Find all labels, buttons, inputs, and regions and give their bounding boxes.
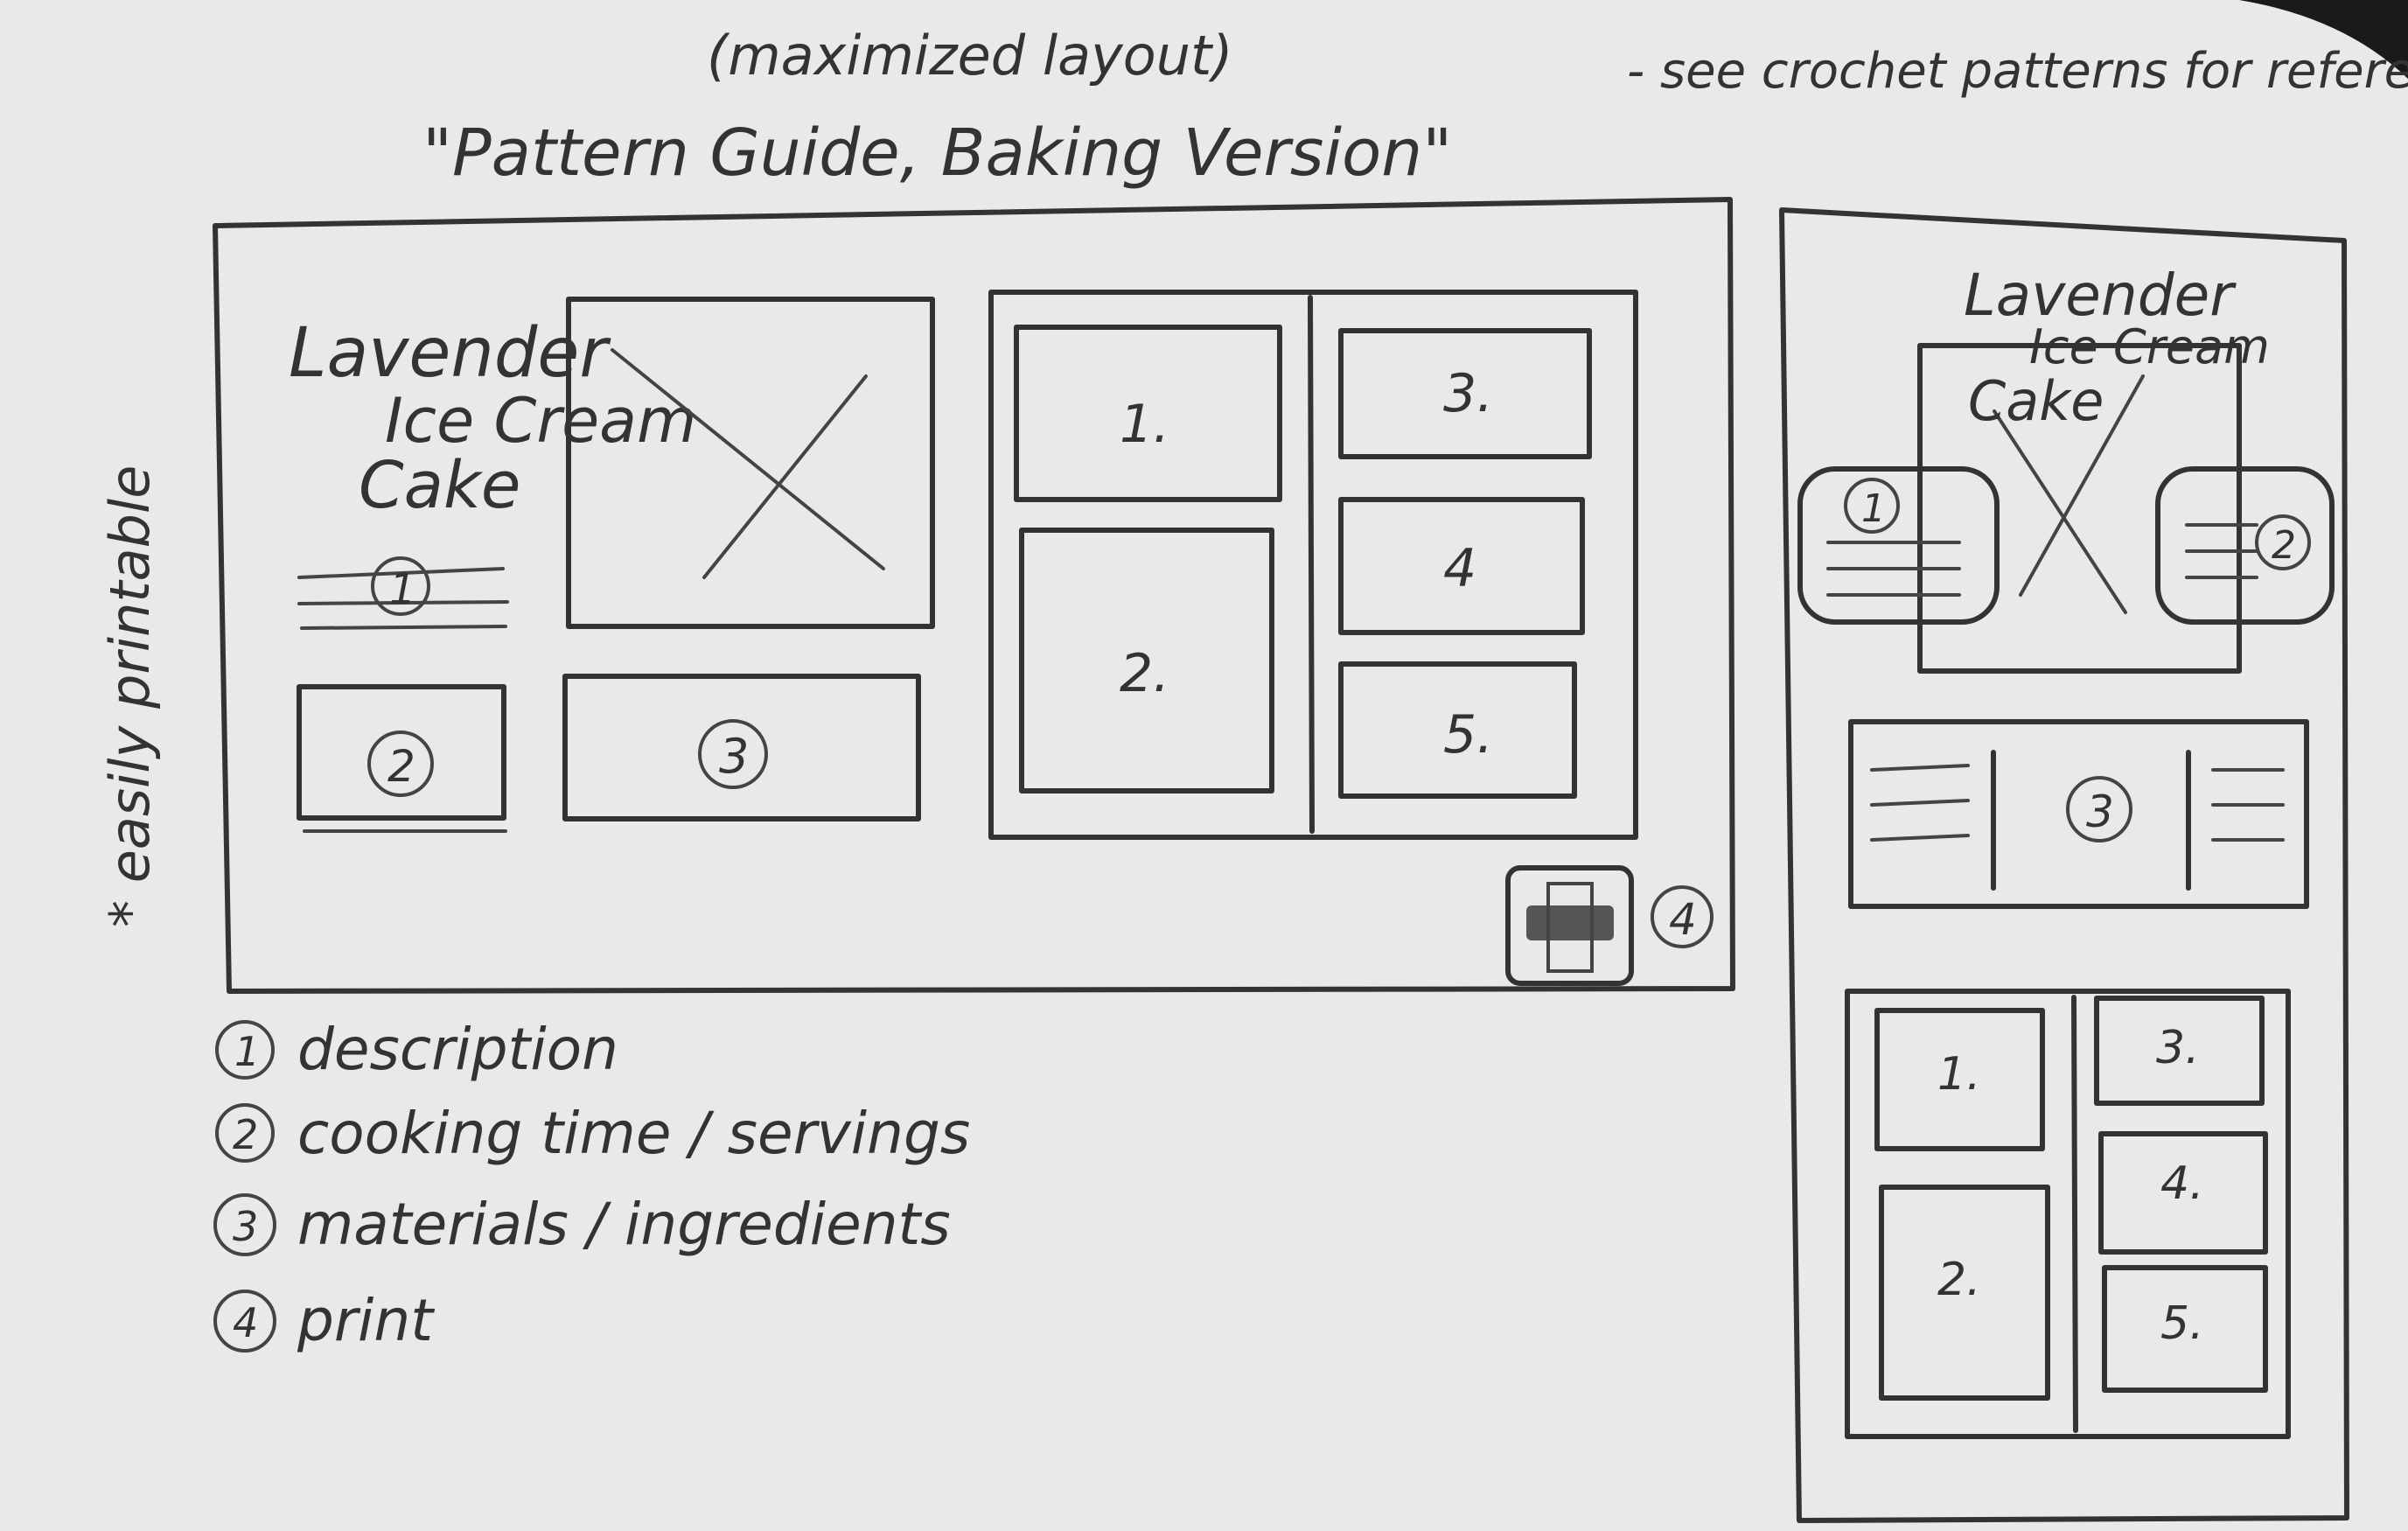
heading-note: (maximized layout) <box>707 24 1233 87</box>
sketch-label: 4 <box>1669 894 1697 945</box>
legend-item: 3 materials / ingredients <box>213 1191 951 1258</box>
mobile-layout: Lavender Ice Cream Cake 1 2 3 1. 2. 3. 4… <box>1779 207 2349 1523</box>
description-block: 1 <box>297 556 509 630</box>
sketch-stroke <box>611 348 885 579</box>
sketch-label: 3 <box>719 729 749 784</box>
recipe-title: Lavender Ice Cream Cake <box>289 314 696 523</box>
sketch-stroke <box>1870 764 2285 842</box>
description-card: 1 <box>1797 466 2000 625</box>
title-note: "Pattern Guide, Baking Version" <box>422 115 1452 191</box>
sketch-stroke <box>2155 466 2335 625</box>
sketch-label: Ice Cream <box>2029 319 2270 374</box>
ingredients-block: 3 <box>562 674 921 821</box>
sketch-label: cooking time / servings <box>297 1100 970 1167</box>
sketch-label: 3 <box>2086 786 2114 837</box>
sketch-label: 5. <box>2160 1297 2204 1350</box>
sketch-stroke <box>1845 989 2291 1439</box>
sketch-label: Cake <box>359 448 520 523</box>
time-servings-card: 2 <box>2155 466 2335 625</box>
steps-panel: 1. 2. 3. 4. 5. <box>1845 989 2291 1439</box>
sketch-stroke <box>1797 466 2000 625</box>
time-servings-block: 2 <box>297 684 507 833</box>
sketch-stroke <box>2071 995 2078 1433</box>
sketch-stroke <box>1308 295 1315 834</box>
sketch-label: 1 <box>234 1028 260 1075</box>
wireframe-sketch: (maximized layout) "Pattern Guide, Bakin… <box>98 0 2408 1523</box>
reference-note: - see crochet patterns for reference <box>1627 43 2408 100</box>
steps-panel: 1. 2. 3. 4 5. <box>988 290 1638 840</box>
sketch-label: 4 <box>1443 538 1476 599</box>
sketch-label: 5. <box>1443 704 1493 766</box>
desktop-layout: Lavender Ice Cream Cake 1 2 3 1. 2. 3. 4… <box>213 197 1735 994</box>
sketch-label: 1 <box>1861 486 1886 531</box>
sketch-label: Lavender <box>289 314 611 393</box>
sketch-label: 4 <box>233 1299 258 1346</box>
sketch-label: Ice Cream <box>385 385 696 457</box>
ingredients-block: 3 <box>1848 719 2309 909</box>
sketch-label: 3 <box>233 1203 258 1250</box>
side-note: * easily printable <box>98 465 162 927</box>
sketch-stroke <box>1826 541 1961 597</box>
sketch-label: 1. <box>1120 394 1169 455</box>
sketch-label: 2 <box>233 1111 258 1158</box>
sketch-label: 1 <box>389 565 416 614</box>
sketch-label: description <box>297 1016 618 1083</box>
sketch-label: 4. <box>2160 1157 2204 1210</box>
sketch-label: 2 <box>2272 523 2296 568</box>
sketch-label: 2 <box>387 741 415 792</box>
sketch-label: Cake <box>1968 369 2104 433</box>
image-placeholder <box>566 297 935 629</box>
legend-item: 4 print <box>213 1287 435 1354</box>
sketch-label: 3. <box>1443 363 1493 424</box>
sketch-label: 3. <box>2156 1022 2200 1074</box>
sketch-stroke <box>2185 523 2258 579</box>
legend: 1 description 2 cooking time / servings … <box>213 1016 970 1354</box>
legend-item: 2 cooking time / servings <box>215 1100 970 1167</box>
legend-item: 1 description <box>215 1016 618 1083</box>
sketch-stroke <box>1848 719 2309 909</box>
sketch-label: print <box>297 1287 435 1354</box>
sketch-label: 2. <box>1120 643 1169 704</box>
sketch-label: 1. <box>1937 1048 1981 1101</box>
sketch-label: 2. <box>1937 1254 1981 1306</box>
print-button[interactable]: 4 <box>1505 865 1714 986</box>
print-icon <box>1526 905 1614 940</box>
sketch-label: materials / ingredients <box>297 1191 951 1258</box>
